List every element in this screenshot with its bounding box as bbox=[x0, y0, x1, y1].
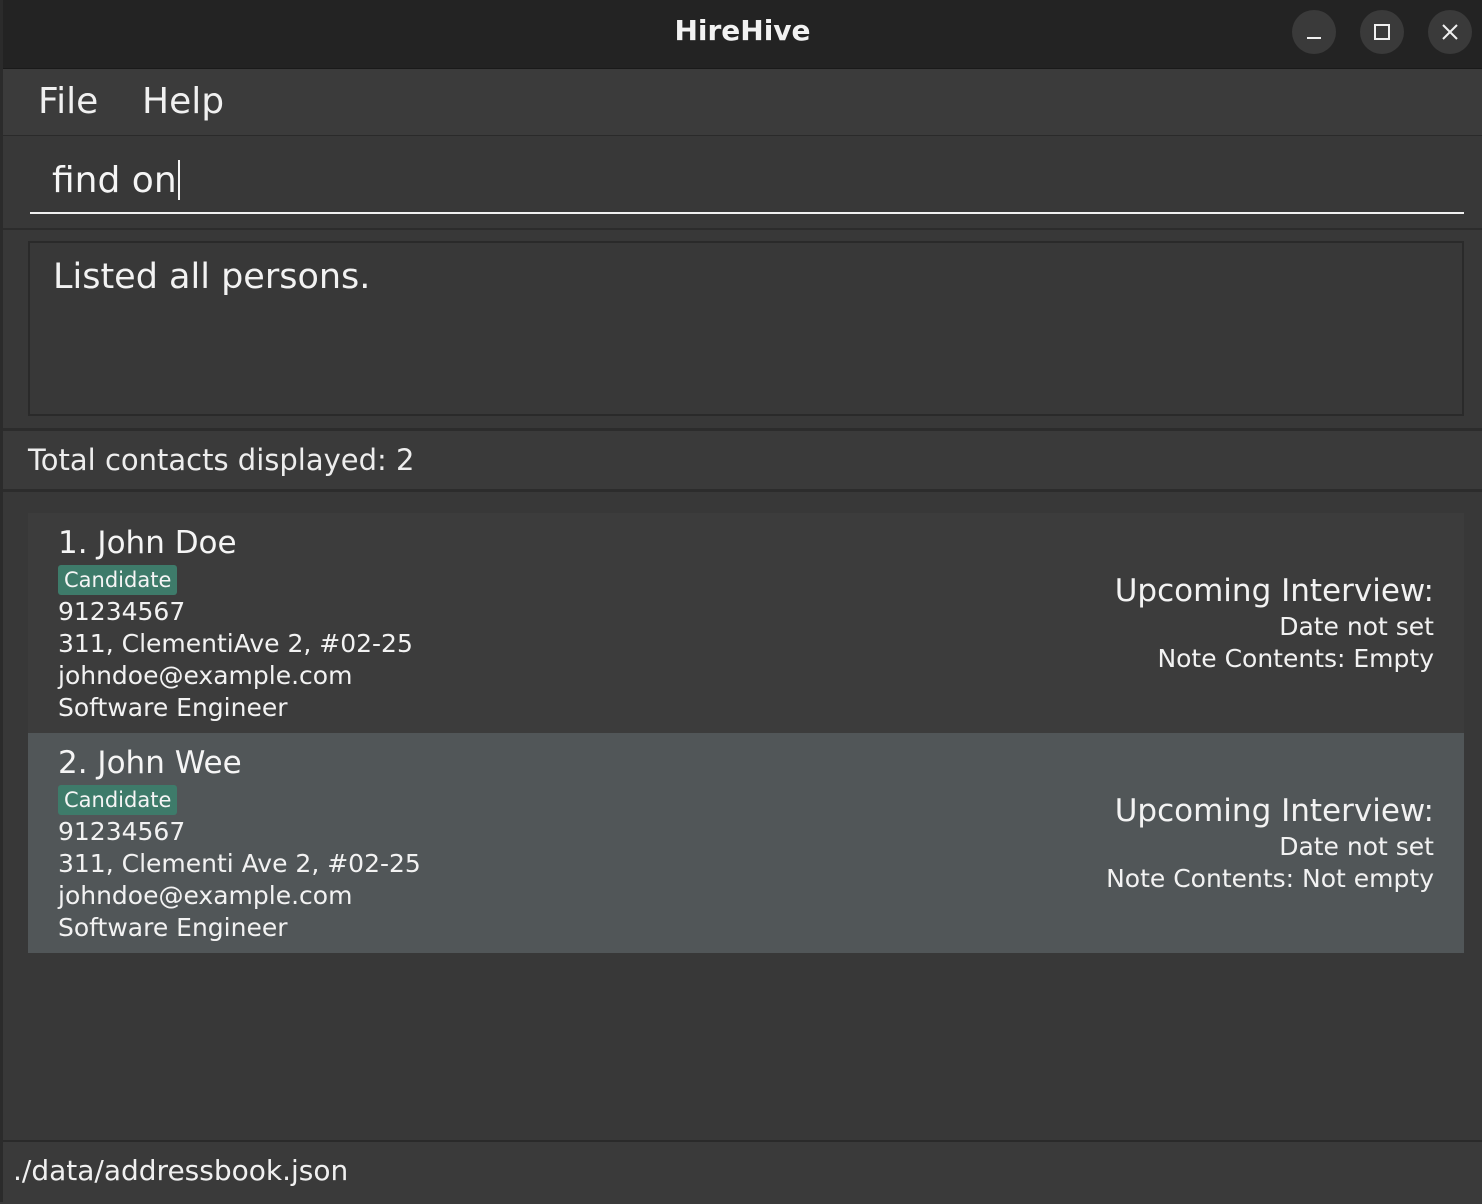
interview-date: Date not set bbox=[1279, 612, 1434, 641]
data-file-path: ./data/addressbook.json bbox=[13, 1154, 349, 1187]
maximize-button[interactable] bbox=[1360, 10, 1404, 54]
command-box: find on bbox=[3, 136, 1482, 230]
contact-name: 1. John Doe bbox=[58, 525, 237, 561]
close-button[interactable] bbox=[1428, 10, 1472, 54]
command-input[interactable]: find on bbox=[30, 136, 1464, 214]
status-bar: ./data/addressbook.json bbox=[3, 1140, 1482, 1204]
app-window: HireHive File Help find on Listed all pe… bbox=[0, 0, 1482, 1204]
contact-role: Software Engineer bbox=[58, 913, 288, 942]
contact-email: johndoe@example.com bbox=[58, 881, 353, 910]
maximize-icon bbox=[1374, 24, 1390, 40]
contact-card[interactable]: 1. John Doe Candidate 91234567 311, Clem… bbox=[28, 513, 1464, 733]
tag-badge: Candidate bbox=[58, 565, 178, 595]
interview-heading: Upcoming Interview: bbox=[1114, 573, 1434, 609]
contact-card-selected[interactable]: 2. John Wee Candidate 91234567 311, Clem… bbox=[28, 733, 1464, 953]
note-status: Note Contents: Not empty bbox=[1106, 864, 1434, 893]
window-title: HireHive bbox=[674, 14, 811, 47]
menu-bar: File Help bbox=[3, 69, 1482, 136]
tag-badge: Candidate bbox=[58, 785, 178, 815]
contact-name: 2. John Wee bbox=[58, 745, 242, 781]
interview-info: Upcoming Interview: Date not set Note Co… bbox=[1115, 571, 1434, 675]
contact-count-bar: Total contacts displayed: 2 bbox=[3, 431, 1482, 492]
menu-file[interactable]: File bbox=[38, 81, 98, 122]
contact-phone: 91234567 bbox=[58, 817, 186, 846]
result-display-area: Listed all persons. bbox=[3, 230, 1482, 431]
result-display[interactable]: Listed all persons. bbox=[28, 241, 1464, 416]
interview-date: Date not set bbox=[1279, 832, 1434, 861]
contact-list[interactable]: 1. John Doe Candidate 91234567 311, Clem… bbox=[3, 492, 1482, 1140]
contact-address: 311, ClementiAve 2, #02-25 bbox=[58, 629, 413, 658]
close-icon bbox=[1442, 24, 1458, 40]
interview-heading: Upcoming Interview: bbox=[1114, 793, 1434, 829]
note-status: Note Contents: Empty bbox=[1157, 644, 1434, 673]
contact-phone: 91234567 bbox=[58, 597, 186, 626]
result-message: Listed all persons. bbox=[53, 257, 371, 297]
minimize-button[interactable] bbox=[1292, 10, 1336, 54]
command-text-wrapper: find on bbox=[52, 160, 180, 201]
title-bar[interactable]: HireHive bbox=[3, 0, 1482, 69]
contact-role: Software Engineer bbox=[58, 693, 288, 722]
command-text: find on bbox=[52, 160, 177, 201]
menu-help[interactable]: Help bbox=[142, 81, 224, 122]
minimize-icon bbox=[1307, 37, 1321, 39]
interview-info: Upcoming Interview: Date not set Note Co… bbox=[1106, 791, 1434, 895]
text-caret bbox=[177, 160, 180, 200]
contact-count-label: Total contacts displayed: 2 bbox=[28, 443, 415, 477]
contact-address: 311, Clementi Ave 2, #02-25 bbox=[58, 849, 421, 878]
contact-email: johndoe@example.com bbox=[58, 661, 353, 690]
